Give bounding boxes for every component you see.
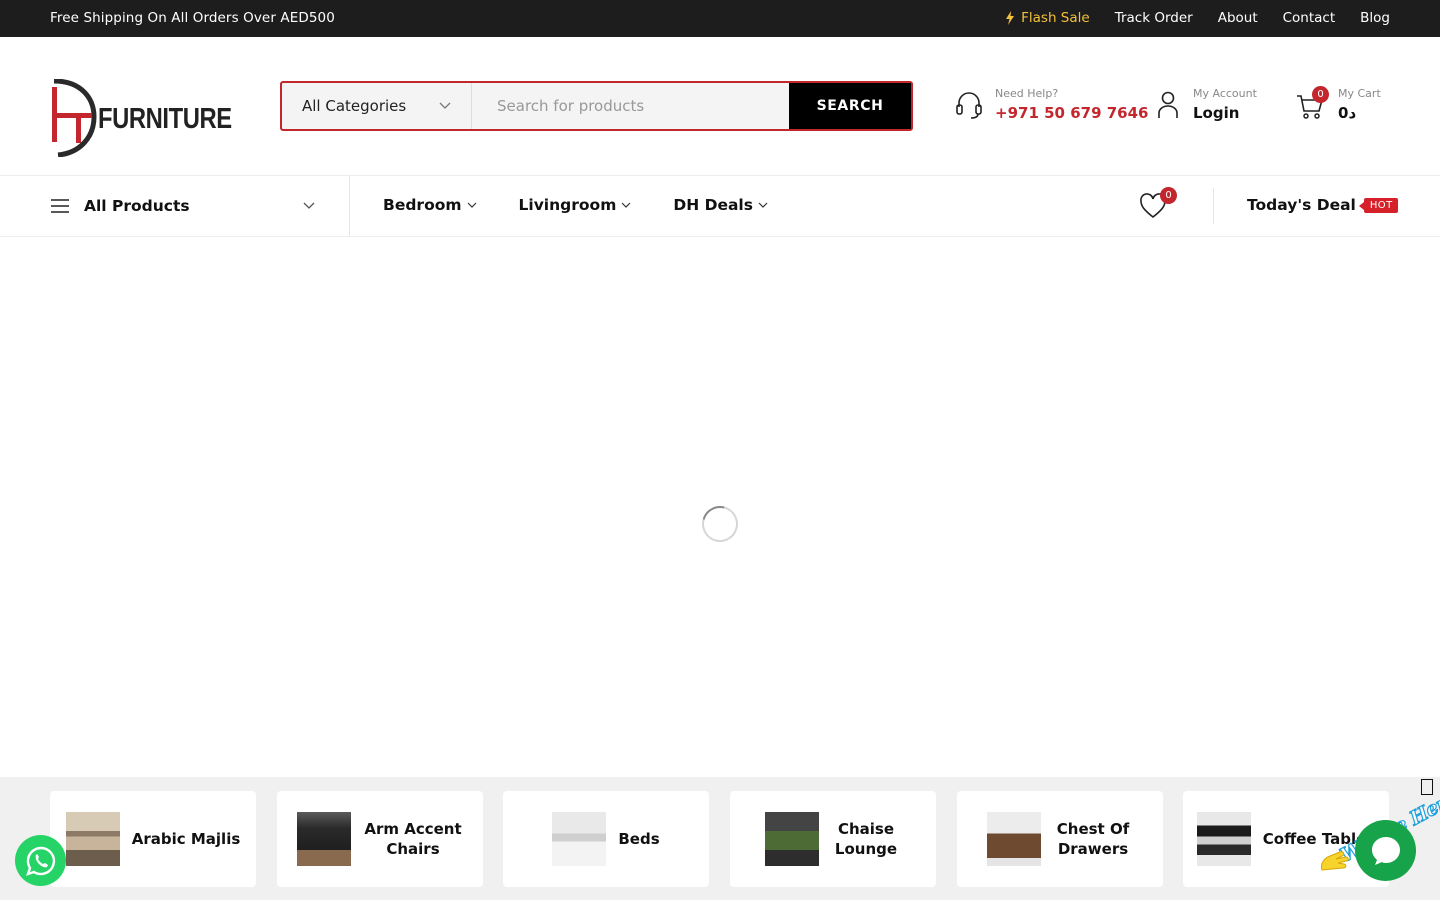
shipping-notice: Free Shipping On All Orders Over AED500 (50, 10, 335, 26)
header: FURNITURE All Categories SEARCH Need Hel… (0, 37, 1440, 176)
category-thumbnail (297, 812, 351, 866)
hot-badge: HOT (1358, 197, 1398, 213)
all-products-label: All Products (84, 197, 190, 215)
lightning-icon (1006, 11, 1015, 25)
category-select-value: All Categories (302, 97, 407, 115)
nav-item-dh-deals[interactable]: DH Deals (673, 196, 768, 214)
category-card-chest-of-drawers[interactable]: Chest Of Drawers (957, 791, 1163, 887)
category-card-chaise-lounge[interactable]: Chaise Lounge (730, 791, 936, 887)
chevron-down-icon (758, 202, 768, 208)
waving-hand-icon (1321, 851, 1349, 871)
category-card-arabic-majlis[interactable]: Arabic Majlis (50, 791, 256, 887)
cart-total: 0د (1338, 104, 1357, 122)
flash-sale-label: Flash Sale (1021, 10, 1090, 26)
whatsapp-icon (25, 846, 55, 876)
category-name: Chest Of Drawers (1056, 820, 1130, 858)
help-phone[interactable]: +971 50 679 7646 (995, 104, 1148, 122)
track-order-link[interactable]: Track Order (1115, 10, 1193, 26)
category-card-beds[interactable]: Beds (503, 791, 709, 887)
category-name: Chaise Lounge (834, 820, 898, 858)
logo-mark-icon (52, 79, 97, 157)
login-link[interactable]: Login (1193, 104, 1257, 122)
account-label: My Account (1193, 87, 1257, 100)
search-input[interactable] (472, 83, 789, 129)
category-thumbnail (552, 812, 607, 866)
category-select[interactable]: All Categories (282, 83, 472, 129)
wishlist-count-badge: 0 (1160, 187, 1177, 204)
nav-divider (1213, 188, 1214, 224)
main-nav: All Products Bedroom Livingroom DH Deals… (0, 176, 1440, 237)
account-link[interactable]: My Account Login (1157, 87, 1257, 122)
category-name: Arm Accent Chairs (364, 820, 462, 858)
category-thumbnail (1196, 812, 1251, 866)
logo-text: FURNITURE (98, 103, 232, 135)
category-name: Arabic Majlis (131, 830, 241, 848)
top-links: Flash Sale Track Order About Contact Blo… (1005, 10, 1390, 26)
whatsapp-button[interactable] (15, 835, 66, 886)
chevron-down-icon (303, 202, 315, 209)
live-chat-button[interactable] (1355, 820, 1416, 881)
headset-icon (955, 90, 983, 120)
chevron-down-icon (621, 202, 631, 208)
category-bar: Arabic Majlis Arm Accent Chairs Beds Cha… (0, 777, 1440, 900)
flash-sale-link[interactable]: Flash Sale (1005, 10, 1090, 26)
todays-deal-label: Today's Deal (1247, 196, 1356, 214)
chevron-down-icon (467, 202, 476, 208)
nav-item-label: DH Deals (673, 196, 753, 214)
chevron-down-icon (439, 102, 451, 109)
help-contact[interactable]: Need Help? +971 50 679 7646 (955, 87, 1148, 122)
search-button[interactable]: SEARCH (789, 83, 911, 129)
category-thumbnail (765, 812, 819, 866)
cart-icon: 0 (1296, 85, 1329, 120)
cart-label: My Cart (1338, 87, 1381, 100)
user-icon (1157, 90, 1181, 120)
nav-item-bedroom[interactable]: Bedroom (383, 196, 477, 214)
category-thumbnail (65, 812, 120, 866)
wishlist-button[interactable]: 0 (1140, 187, 1177, 219)
blog-link[interactable]: Blog (1360, 10, 1390, 26)
nav-item-label: Bedroom (383, 196, 462, 214)
cart-link[interactable]: 0 My Cart 0د (1296, 85, 1381, 122)
chat-bubble-icon (1371, 836, 1400, 865)
cart-count-badge: 0 (1312, 85, 1329, 103)
nav-menu: Bedroom Livingroom DH Deals (383, 196, 768, 214)
category-card-arm-accent-chairs[interactable]: Arm Accent Chairs (277, 791, 483, 887)
contact-link[interactable]: Contact (1283, 10, 1336, 26)
about-link[interactable]: About (1218, 10, 1258, 26)
nav-item-livingroom[interactable]: Livingroom (519, 196, 632, 214)
todays-deal-link[interactable]: Today's Deal HOT (1247, 196, 1398, 214)
category-thumbnail (987, 812, 1041, 866)
all-products-dropdown[interactable]: All Products (50, 176, 350, 236)
menu-icon (51, 199, 69, 213)
logo[interactable]: FURNITURE (50, 79, 232, 157)
search-bar: All Categories SEARCH (280, 81, 913, 131)
help-label: Need Help? (995, 87, 1059, 100)
top-bar: Free Shipping On All Orders Over AED500 … (0, 0, 1440, 37)
category-name: Beds (618, 830, 660, 848)
nav-item-label: Livingroom (518, 196, 617, 214)
loading-spinner (695, 499, 745, 549)
